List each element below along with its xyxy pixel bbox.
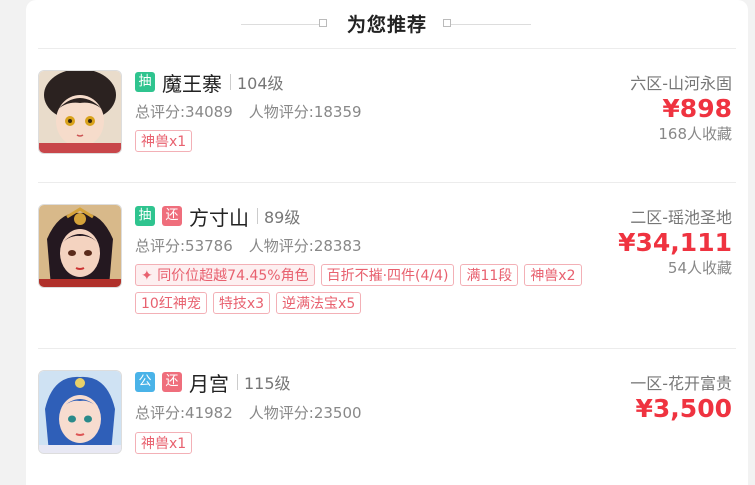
section-header: 为您推荐 [26, 0, 748, 48]
level-text: 115级 [244, 374, 291, 393]
name-row: 抽 还 方寸山 89级 [135, 202, 301, 231]
title-deco-line-right [451, 24, 531, 25]
total-score: 总评分:34089 [135, 103, 233, 121]
character-score: 人物评分:23500 [248, 404, 362, 422]
server-name: 二区-瑶池圣地 [630, 208, 732, 227]
section-title: 为您推荐 [346, 14, 427, 36]
character-score: 人物评分:28383 [248, 237, 362, 255]
total-score: 总评分:53786 [135, 237, 233, 255]
chip: 特技x3 [212, 292, 271, 314]
percentile-chip: ✦ 同价位超越74.45%角色 [135, 264, 315, 286]
chip: 满11段 [460, 264, 519, 286]
favorites-count: 168人收藏 [658, 125, 732, 143]
list-item-fangcunshan[interactable]: 抽 还 方寸山 89级 总评分:53786 人物评分:28383 ✦ 同价位超越7… [26, 182, 748, 348]
level-text: 104级 [237, 74, 284, 93]
character-name[interactable]: 魔王寨 [162, 68, 222, 97]
tag-badge: 抽 [135, 72, 155, 92]
price: ¥34,111 [618, 228, 732, 257]
server-name: 六区-山河永固 [630, 74, 732, 93]
chip: 神兽x1 [135, 432, 193, 454]
score-row: 总评分:53786 人物评分:28383 [135, 235, 362, 256]
name-row: 抽 魔王寨 104级 [135, 68, 284, 97]
list-item-mowangzhai[interactable]: 抽 魔王寨 104级 总评分:34089 人物评分:18359 神兽x1 六区-山… [26, 48, 748, 182]
price: ¥898 [662, 94, 732, 123]
server-name: 一区-花开富贵 [630, 374, 732, 393]
separator [230, 74, 231, 90]
chip-list: ✦ 同价位超越74.45%角色 百折不摧·四件(4/4) 满11段 神兽x2 10红神宠… [135, 264, 655, 320]
list-item-yuegong[interactable]: 公 还 月宫 115级 总评分:41982 人物评分:23500 神兽x1 一区-… [26, 348, 748, 485]
favorites-count: 54人收藏 [667, 259, 732, 277]
avatar[interactable] [38, 204, 122, 288]
character-score: 人物评分:18359 [248, 103, 362, 121]
price-block: 一区-花开富贵 ¥3,500 [630, 370, 732, 423]
tag-badge: 抽 [135, 206, 155, 226]
tag-badge: 还 [162, 206, 182, 226]
price-block: 六区-山河永固 ¥898 168人收藏 [630, 70, 732, 144]
character-name[interactable]: 月宫 [189, 368, 229, 397]
separator [257, 208, 258, 224]
recommend-card: 为您推荐 抽 魔王寨 104级 总评分:34089 人物评分:18359 神兽x… [26, 0, 748, 485]
chip: 百折不摧·四件(4/4) [320, 264, 455, 286]
chip: 神兽x2 [524, 264, 582, 286]
score-row: 总评分:34089 人物评分:18359 [135, 101, 362, 122]
chip-list: 神兽x1 [135, 432, 655, 460]
character-name[interactable]: 方寸山 [189, 202, 249, 231]
level-text: 89级 [264, 208, 301, 227]
title-deco-square-right [443, 19, 451, 27]
chip: 神兽x1 [135, 130, 193, 152]
tag-badge: 还 [162, 372, 182, 392]
total-score: 总评分:41982 [135, 404, 233, 422]
price-block: 二区-瑶池圣地 ¥34,111 54人收藏 [618, 204, 732, 278]
chip-list: 神兽x1 [135, 130, 655, 158]
name-row: 公 还 月宫 115级 [135, 368, 291, 397]
sparkle-icon: ✦ [141, 268, 153, 284]
score-row: 总评分:41982 人物评分:23500 [135, 402, 362, 423]
avatar[interactable] [38, 370, 122, 454]
tag-badge: 公 [135, 372, 155, 392]
chip: 10红神宠 [135, 292, 207, 314]
price: ¥3,500 [635, 394, 732, 423]
chip: 逆满法宝x5 [276, 292, 362, 314]
separator [237, 374, 238, 390]
percentile-text: 同价位超越74.45%角色 [157, 268, 309, 284]
avatar[interactable] [38, 70, 122, 154]
